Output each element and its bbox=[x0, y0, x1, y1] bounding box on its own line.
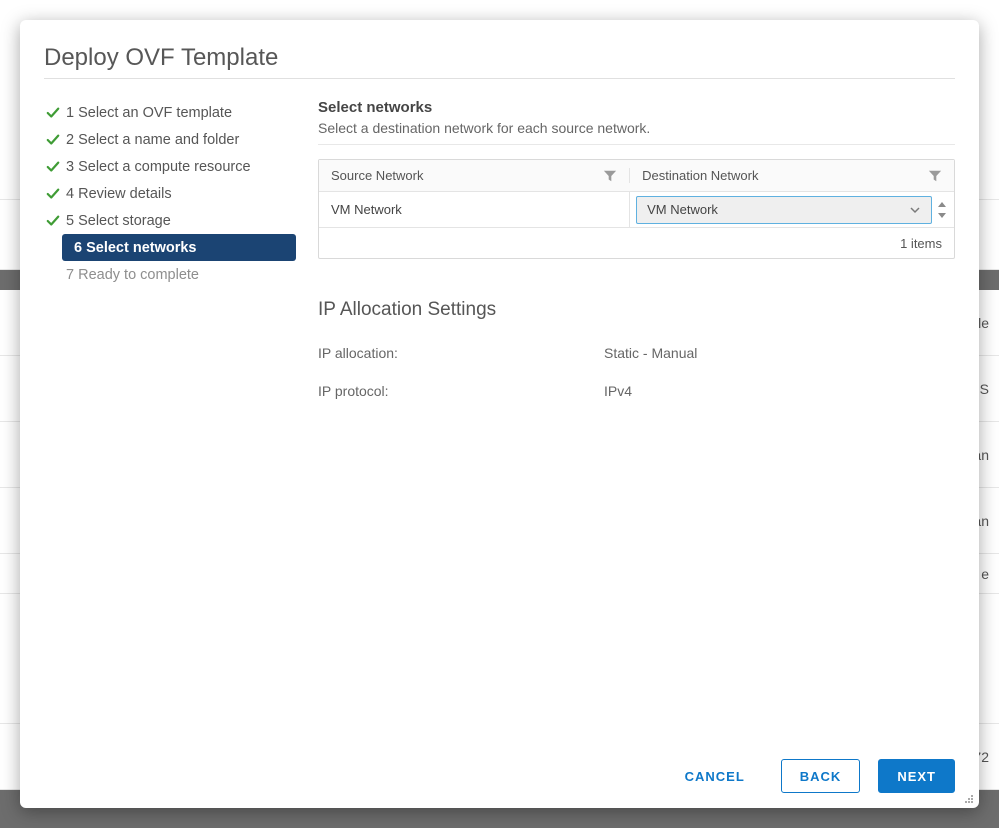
wizard-steps: 1 Select an OVF template 2 Select a name… bbox=[38, 95, 296, 744]
destination-network-dropdown[interactable]: VM Network bbox=[636, 196, 932, 224]
step-select-compute-resource[interactable]: 3 Select a compute resource bbox=[38, 153, 296, 180]
cancel-button[interactable]: CANCEL bbox=[667, 759, 763, 793]
filter-icon[interactable] bbox=[928, 169, 942, 183]
step-select-ovf-template[interactable]: 1 Select an OVF template bbox=[38, 99, 296, 126]
table-footer: 1 items bbox=[319, 228, 954, 258]
modal-title: Deploy OVF Template bbox=[44, 44, 955, 79]
step-label: 7 Ready to complete bbox=[66, 267, 199, 283]
section-subtitle: Select a destination network for each so… bbox=[318, 120, 955, 145]
ip-protocol-value: IPv4 bbox=[604, 383, 955, 399]
ip-allocation-settings: IP Allocation Settings IP allocation: St… bbox=[318, 299, 955, 399]
modal-body: 1 Select an OVF template 2 Select a name… bbox=[20, 87, 979, 744]
deploy-ovf-modal: Deploy OVF Template 1 Select an OVF temp… bbox=[20, 20, 979, 808]
col-header-destination-network[interactable]: Destination Network bbox=[630, 168, 954, 183]
check-icon bbox=[44, 131, 62, 149]
step-label: 6 Select networks bbox=[74, 240, 197, 256]
row-stepper bbox=[934, 202, 950, 218]
source-network-cell: VM Network bbox=[319, 192, 630, 227]
step-label: 3 Select a compute resource bbox=[66, 159, 251, 175]
ip-protocol-row: IP protocol: IPv4 bbox=[318, 383, 955, 399]
col-header-label: Destination Network bbox=[642, 168, 758, 183]
bg-text: e bbox=[981, 566, 989, 582]
chevron-down-icon bbox=[909, 204, 921, 216]
source-network-value: VM Network bbox=[331, 202, 402, 217]
next-button[interactable]: NEXT bbox=[878, 759, 955, 793]
stepper-down-icon[interactable] bbox=[938, 213, 946, 218]
step-label: 2 Select a name and folder bbox=[66, 132, 239, 148]
step-select-name-folder[interactable]: 2 Select a name and folder bbox=[38, 126, 296, 153]
modal-footer: CANCEL BACK NEXT bbox=[20, 744, 979, 808]
step-select-storage[interactable]: 5 Select storage bbox=[38, 207, 296, 234]
modal-header: Deploy OVF Template bbox=[20, 20, 979, 87]
check-icon bbox=[44, 212, 62, 230]
check-icon bbox=[44, 104, 62, 122]
network-mapping-table: Source Network Destination Network bbox=[318, 159, 955, 259]
table-item-count: 1 items bbox=[900, 236, 942, 251]
filter-icon[interactable] bbox=[603, 169, 617, 183]
table-header-row: Source Network Destination Network bbox=[319, 160, 954, 192]
stepper-up-icon[interactable] bbox=[938, 202, 946, 207]
ip-settings-title: IP Allocation Settings bbox=[318, 299, 955, 321]
step-label: 5 Select storage bbox=[66, 213, 171, 229]
col-header-source-network[interactable]: Source Network bbox=[319, 168, 630, 183]
ip-allocation-row: IP allocation: Static - Manual bbox=[318, 345, 955, 361]
step-ready-to-complete: 7 Ready to complete bbox=[38, 261, 296, 288]
table-row: VM Network VM Network bbox=[319, 192, 954, 228]
col-header-label: Source Network bbox=[331, 168, 423, 183]
resize-grip-icon[interactable] bbox=[963, 792, 975, 804]
step-content: Select networks Select a destination net… bbox=[296, 95, 955, 744]
check-icon bbox=[44, 158, 62, 176]
step-review-details[interactable]: 4 Review details bbox=[38, 180, 296, 207]
ip-allocation-label: IP allocation: bbox=[318, 345, 604, 361]
destination-network-cell: VM Network bbox=[630, 192, 954, 227]
ip-protocol-label: IP protocol: bbox=[318, 383, 604, 399]
check-icon bbox=[44, 185, 62, 203]
dropdown-value: VM Network bbox=[647, 202, 718, 217]
section-title: Select networks bbox=[318, 99, 955, 116]
step-label: 1 Select an OVF template bbox=[66, 105, 232, 121]
step-label: 4 Review details bbox=[66, 186, 172, 202]
step-select-networks[interactable]: 6 Select networks bbox=[62, 234, 296, 261]
ip-allocation-value: Static - Manual bbox=[604, 345, 955, 361]
back-button[interactable]: BACK bbox=[781, 759, 861, 793]
